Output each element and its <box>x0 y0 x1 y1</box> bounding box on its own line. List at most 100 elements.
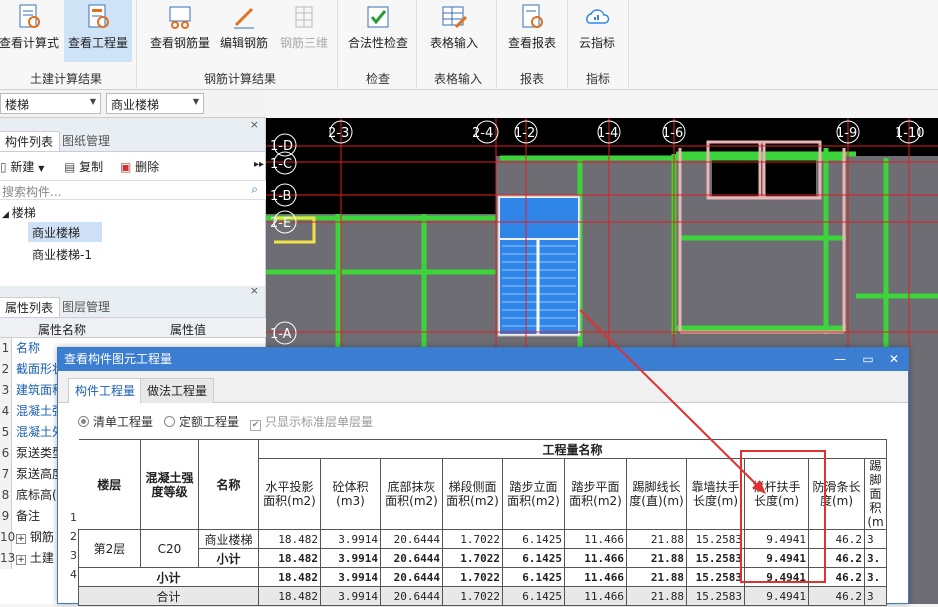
table-input-icon <box>442 6 468 29</box>
group-label: 钢筋计算结果 <box>204 72 277 86</box>
axis-label: 1-A <box>270 327 292 342</box>
option-quota-radio[interactable]: 定额工程量 <box>164 413 239 430</box>
property-row[interactable]: 3 建筑面积 <box>0 380 60 401</box>
header-name: 名称 <box>198 439 259 530</box>
dialog-title: 查看构件图元工程量 <box>58 348 908 371</box>
row-index-gutter: 1234 <box>70 511 77 581</box>
option-std-checkbox[interactable]: ✔ 只显示标准层单层量 <box>250 413 373 431</box>
edit-rebar-button[interactable]: 编辑钢筋 <box>216 0 272 62</box>
cloud-index-button[interactable]: 云指标 <box>572 0 622 62</box>
report-icon <box>522 4 543 28</box>
axis-label: 1-B <box>270 189 291 204</box>
calc-view-icon <box>19 4 40 28</box>
radio-icon <box>78 416 89 427</box>
dialog-tabs: 构件工程量 做法工程量 <box>58 371 908 403</box>
axis-label: 2-3 <box>328 126 349 141</box>
axis-label: 2-E <box>270 216 291 231</box>
name-cell: 商业楼梯 <box>198 529 259 549</box>
axis-label: 1-2 <box>514 126 535 141</box>
property-row[interactable]: 4 混凝土强 <box>0 401 60 422</box>
category-select[interactable]: 楼梯 ▼ <box>0 93 101 114</box>
col-header: 踏步立面面积(m2) <box>502 458 565 530</box>
col-header: 水平投影面积(m2) <box>258 458 321 530</box>
tab-property-list[interactable]: 属性列表 <box>0 297 61 317</box>
highlight-box <box>740 450 826 583</box>
view-report-button[interactable]: 查看报表 <box>502 0 562 62</box>
table-row[interactable]: 合计 18.482 3.9914 20.6444 1.7022 6.1425 1… <box>78 586 887 606</box>
collapse-icon: ◢ <box>2 210 12 220</box>
total-cell: 合计 <box>78 586 259 606</box>
tab-layer-manage[interactable]: 图层管理 <box>56 297 116 317</box>
delete-button[interactable]: ▣ 删除 <box>120 158 159 175</box>
validity-check-button[interactable]: 合法性检查 <box>344 0 412 62</box>
rebar-3d-button[interactable]: 钢筋三维 <box>276 0 332 62</box>
property-row[interactable]: 8底标高(m <box>0 485 60 506</box>
expand-icon[interactable]: + <box>16 555 26 565</box>
col-header: 踏步平面面积(m2) <box>564 458 627 530</box>
axis-label: 1-10 <box>895 126 925 141</box>
group-label: 表格输入 <box>434 72 483 86</box>
subtotal-cell: 小计 <box>78 567 259 587</box>
tab-component-list[interactable]: 构件列表 <box>0 131 61 151</box>
view-quantity-button[interactable]: 查看工程量 <box>64 0 132 62</box>
chevron-down-icon: ▼ <box>89 97 96 106</box>
col-header: 靠墙扶手长度(m) <box>686 458 745 530</box>
col-header: 砼体积(m3) <box>320 458 381 530</box>
rebar-view-icon <box>169 6 191 29</box>
property-row[interactable]: 2 截面形状 <box>0 359 60 380</box>
tree-root[interactable]: ◢ 楼梯 <box>2 204 36 221</box>
check-icon: ✔ <box>250 420 261 431</box>
component-search-input[interactable]: 搜索构件... ⌕ <box>0 180 266 200</box>
rebar-3d-icon <box>295 6 313 28</box>
axis-label: 2-4 <box>472 126 493 141</box>
property-row[interactable]: 10 + 钢筋 <box>0 527 60 548</box>
floor-cell: 第2层 <box>78 529 141 568</box>
element-select[interactable]: 商业楼梯 ▼ <box>106 93 204 114</box>
minimize-icon[interactable]: — <box>830 348 850 371</box>
property-row[interactable]: 6 泵送类型 <box>0 443 60 464</box>
maximize-icon[interactable]: ▭ <box>858 348 878 371</box>
tab-method-quantity[interactable]: 做法工程量 <box>140 378 215 403</box>
concrete-cell: C20 <box>140 529 199 568</box>
chevron-down-icon: ▼ <box>192 97 199 106</box>
axis-label: 1-D <box>270 139 293 154</box>
group-label: 指标 <box>586 72 611 86</box>
component-panel: × 构件列表 图纸管理 ▯ 新建 ▼ ▤ 复制 ▣ 删除 ▸▸ 搜索构件... … <box>0 118 266 286</box>
view-rebar-button[interactable]: 查看钢筋量 <box>146 0 214 62</box>
axis-label: 1-6 <box>662 126 683 141</box>
header-floor: 楼层 <box>78 439 141 530</box>
tree-item-commercial-stair-1[interactable]: 商业楼梯-1 <box>32 246 92 263</box>
expand-icon[interactable]: + <box>16 534 26 544</box>
more-icon[interactable]: ▸▸ <box>254 159 264 170</box>
axis-label: 1-C <box>270 157 292 172</box>
group-label: 土建计算结果 <box>30 72 103 86</box>
view-formula-button[interactable]: 查看计算式 <box>0 0 60 62</box>
tab-drawing-manage[interactable]: 图纸管理 <box>56 131 116 151</box>
table-input-button[interactable]: 表格输入 <box>424 0 484 62</box>
col-header: 底部抹灰面积(m2) <box>380 458 443 530</box>
tree-item-commercial-stair[interactable]: 商业楼梯 <box>28 222 102 242</box>
selector-bar: 楼梯 ▼ 商业楼梯 ▼ <box>0 90 266 118</box>
property-row[interactable]: 7 泵送高度 <box>0 464 60 485</box>
new-icon: ▯ <box>0 160 11 174</box>
col-header: 梯段侧面面积(m2) <box>442 458 503 530</box>
radio-icon <box>164 416 175 427</box>
close-icon[interactable]: × <box>250 284 259 297</box>
cloud-icon <box>586 9 610 24</box>
new-button[interactable]: ▯ 新建 ▼ <box>0 158 44 175</box>
search-icon[interactable]: ⌕ <box>251 182 258 197</box>
axis-label: 1-4 <box>597 126 618 141</box>
group-label: 检查 <box>366 72 391 86</box>
tab-component-quantity[interactable]: 构件工程量 <box>68 378 143 403</box>
copy-button[interactable]: ▤ 复制 <box>64 158 103 175</box>
axis-label: 1-9 <box>836 126 857 141</box>
subtotal-cell: 小计 <box>198 548 259 568</box>
col-header: 踢脚线长度(直)(m) <box>626 458 687 530</box>
property-row[interactable]: 9 备注 <box>0 506 60 527</box>
close-icon[interactable]: ✕ <box>884 348 904 371</box>
property-row[interactable]: 1 名称 <box>0 338 60 359</box>
option-list-radio[interactable]: 清单工程量 <box>78 413 153 430</box>
property-row[interactable]: 13 + 土建 <box>0 548 60 569</box>
close-icon[interactable]: × <box>250 118 259 131</box>
property-row[interactable]: 5 混凝土外 <box>0 422 60 443</box>
